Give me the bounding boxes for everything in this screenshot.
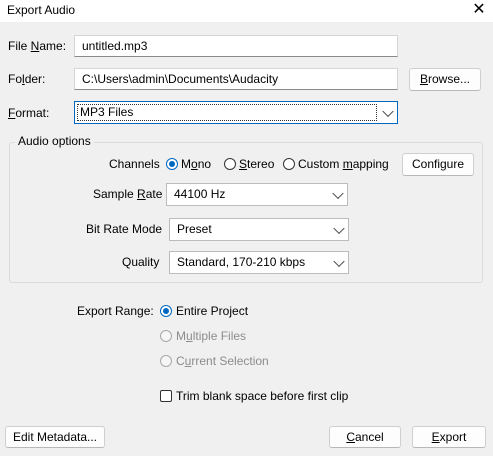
folder-label: Folder: <box>8 72 46 86</box>
bit-rate-mode-select[interactable]: Preset <box>169 218 349 241</box>
browse-button[interactable]: Browse... <box>409 68 481 91</box>
format-select-value: MP3 Files <box>77 104 377 121</box>
bit-rate-mode-value: Preset <box>177 222 212 236</box>
format-select[interactable]: MP3 Files <box>74 101 398 124</box>
sample-rate-select[interactable]: 44100 Hz <box>166 183 348 206</box>
format-label: Format: <box>8 106 50 120</box>
quality-value: Standard, 170-210 kbps <box>177 255 306 269</box>
multiple-files-radio[interactable] <box>160 330 172 342</box>
quality-select[interactable]: Standard, 170-210 kbps <box>169 251 349 274</box>
stereo-label: Stereo <box>239 157 275 171</box>
export-button[interactable]: Export <box>412 426 486 448</box>
file-name-input[interactable]: untitled.mp3 <box>74 35 398 57</box>
chevron-down-icon <box>333 255 345 267</box>
current-selection-label: Current Selection <box>176 354 269 368</box>
chevron-down-icon <box>333 222 345 234</box>
audio-options-title: Audio options <box>15 134 94 148</box>
export-range-label: Export Range: <box>77 304 154 318</box>
folder-input[interactable]: C:\Users\admin\Documents\Audacity <box>74 68 398 90</box>
edit-metadata-button[interactable]: Edit Metadata... <box>5 426 105 448</box>
entire-project-label: Entire Project <box>176 304 249 318</box>
trim-blank-label: Trim blank space before first clip <box>176 389 349 403</box>
configure-button[interactable]: Configure <box>402 153 474 176</box>
bit-rate-mode-label: Bit Rate Mode <box>86 222 163 236</box>
sample-rate-value: 44100 Hz <box>174 187 226 201</box>
window-title: Export Audio <box>7 3 76 17</box>
channels-label: Channels <box>109 157 160 171</box>
entire-project-radio[interactable] <box>160 305 172 317</box>
stereo-radio[interactable] <box>224 158 236 170</box>
trim-blank-checkbox[interactable] <box>160 390 172 402</box>
multiple-files-label: Multiple Files <box>176 329 247 343</box>
sample-rate-label: Sample Rate <box>93 187 163 201</box>
cancel-button[interactable]: Cancel <box>329 426 401 448</box>
quality-label: Quality <box>122 255 160 269</box>
mono-label: Mono <box>181 157 212 171</box>
chevron-down-icon <box>382 105 394 117</box>
chevron-down-icon <box>332 187 344 199</box>
file-name-label: File Name: <box>8 39 67 53</box>
close-icon[interactable]: ✕ <box>468 0 490 21</box>
mono-radio[interactable] <box>166 158 178 170</box>
custom-mapping-label: Custom mapping <box>298 157 389 171</box>
custom-mapping-radio[interactable] <box>283 158 295 170</box>
current-selection-radio[interactable] <box>160 355 172 367</box>
